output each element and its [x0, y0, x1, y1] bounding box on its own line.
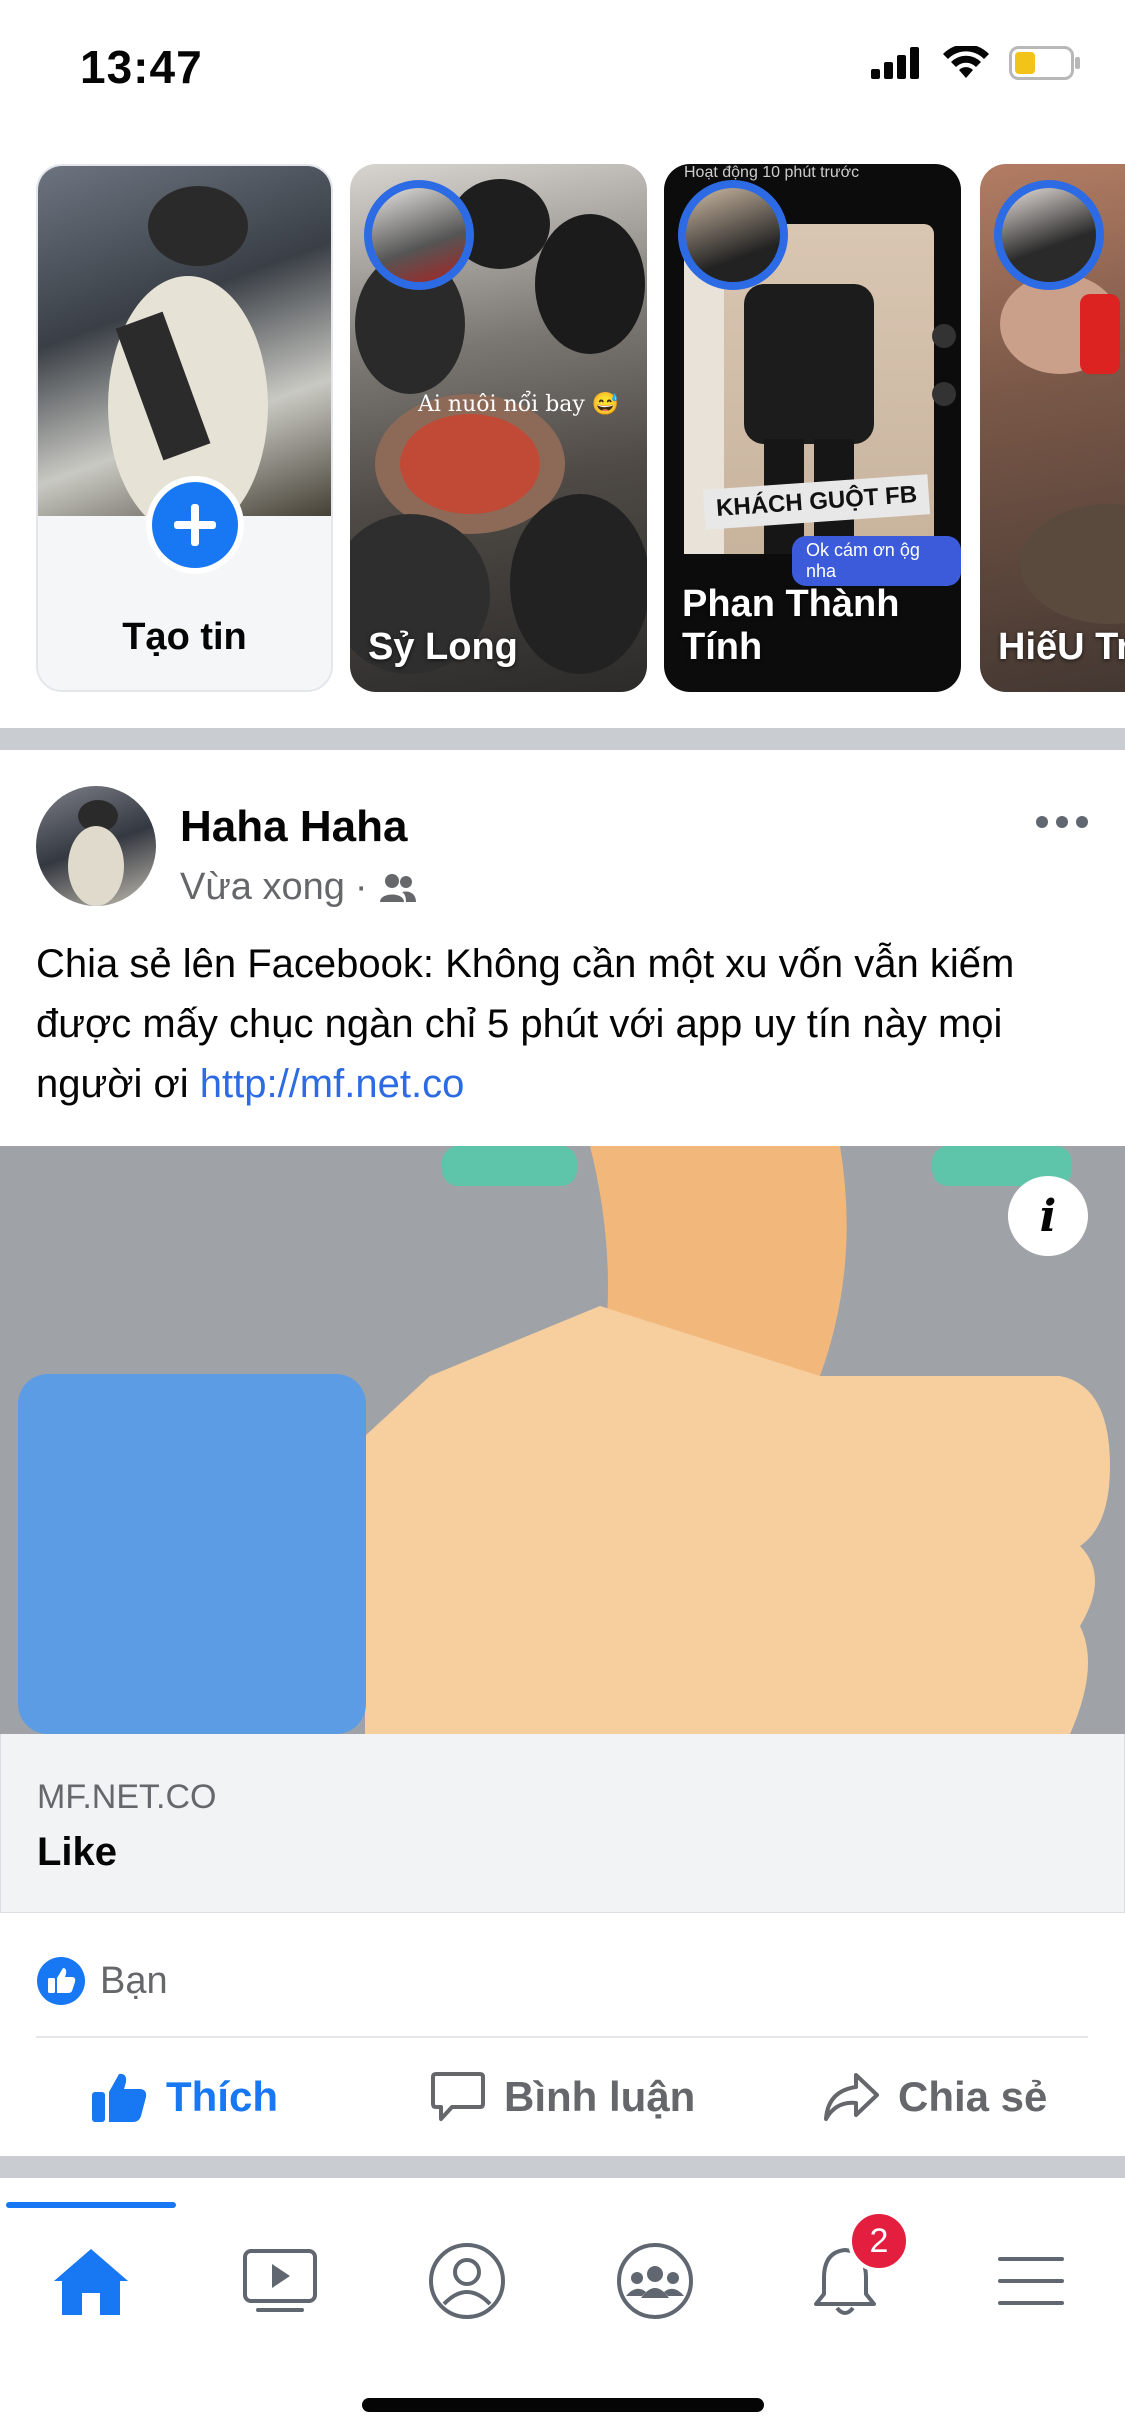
like-label: Thích [166, 2073, 278, 2120]
section-divider [0, 728, 1125, 750]
plus-icon [174, 504, 216, 546]
post-text: Chia sẻ lên Facebook: Không cần một xu v… [36, 934, 1096, 1114]
home-indicator[interactable] [362, 2398, 764, 2412]
status-icons [871, 46, 1081, 80]
tab-home[interactable] [36, 2226, 146, 2336]
comment-button[interactable]: Bình luận [430, 2060, 695, 2134]
story-top-text: Hoạt động 10 phút trước [684, 164, 860, 181]
tab-profile[interactable] [412, 2226, 522, 2336]
add-story-button[interactable] [146, 476, 244, 574]
story-name: Phan Thành Tính [682, 582, 900, 669]
tab-watch[interactable] [225, 2226, 335, 2336]
post-author-avatar[interactable] [36, 786, 156, 906]
share-button[interactable]: Chia sẻ [822, 2060, 1047, 2134]
edit-icon [932, 382, 956, 406]
story-name: Sỷ Long [368, 626, 518, 669]
tab-groups[interactable] [600, 2226, 710, 2336]
link-preview-image[interactable] [0, 1146, 1125, 1734]
link-domain: MF.NET.CO [37, 1778, 217, 1816]
status-time: 13:47 [80, 41, 203, 93]
meta-separator: · [354, 866, 368, 908]
post-more-options-button[interactable] [1036, 810, 1096, 834]
tab-menu[interactable] [976, 2226, 1086, 2336]
stories-tray: Tạo tin Ai nuôi nổi bay 😅 Sỷ Long Hoạt đ… [0, 162, 1125, 702]
reactions-summary[interactable]: Bạn [36, 1956, 168, 2006]
share-icon [824, 2073, 879, 2121]
dot [1056, 816, 1068, 828]
signal-icon [871, 47, 919, 79]
link-preview-caption[interactable]: MF.NET.CO Like [0, 1734, 1125, 1913]
friends-audience-icon[interactable] [378, 872, 418, 904]
watch-icon [243, 2249, 317, 2312]
status-bar: 13:47 [0, 0, 1125, 140]
like-icon [92, 2073, 147, 2122]
battery-icon [1009, 46, 1080, 80]
story-card[interactable]: HiếU Tr [980, 164, 1125, 692]
story-card[interactable]: Hoạt động 10 phút trước KHÁCH GUỘT FB Ok… [664, 164, 961, 692]
story-avatar [364, 180, 474, 290]
share-icon [932, 324, 956, 348]
link-title: Like [37, 1830, 118, 1874]
reactions-text: Bạn [100, 1959, 168, 2002]
post-link[interactable]: http://mf.net.co [200, 1062, 465, 1106]
like-reaction-icon [37, 1957, 85, 2005]
post-time: Vừa xong [180, 866, 345, 908]
wifi-icon [943, 46, 989, 78]
info-icon[interactable]: i [1008, 1176, 1088, 1256]
create-story-photo [38, 166, 331, 536]
create-story-label: Tạo tin [122, 616, 247, 658]
post-meta: Vừa xong · [180, 866, 418, 909]
groups-icon [617, 2243, 693, 2319]
home-icon [54, 2249, 128, 2315]
create-story-card[interactable]: Tạo tin [36, 164, 333, 692]
post-actions: Thích Bình luận Chia sẻ [0, 2060, 1125, 2134]
actions-divider [36, 2036, 1088, 2038]
share-label: Chia sẻ [898, 2073, 1048, 2120]
menu-icon [998, 2257, 1064, 2305]
profile-icon [429, 2243, 505, 2319]
comment-icon [431, 2072, 485, 2121]
active-tab-indicator [6, 2202, 176, 2208]
story-avatar [994, 180, 1104, 290]
dot [1036, 816, 1048, 828]
like-button[interactable]: Thích [90, 2060, 278, 2134]
post-body: Chia sẻ lên Facebook: Không cần một xu v… [36, 942, 1015, 1106]
story-card[interactable]: Ai nuôi nổi bay 😅 Sỷ Long [350, 164, 647, 692]
story-name: HiếU Tr [998, 626, 1125, 669]
story-avatar [678, 180, 788, 290]
comment-label: Bình luận [504, 2073, 696, 2120]
story-message: Ok cám ơn ộg nha [792, 536, 961, 586]
dot [1076, 816, 1088, 828]
story-caption: Ai nuôi nổi bay 😅 [418, 392, 620, 417]
post-author-name[interactable]: Haha Haha [180, 802, 407, 852]
section-divider [0, 2156, 1125, 2178]
notifications-badge: 2 [848, 2210, 910, 2272]
